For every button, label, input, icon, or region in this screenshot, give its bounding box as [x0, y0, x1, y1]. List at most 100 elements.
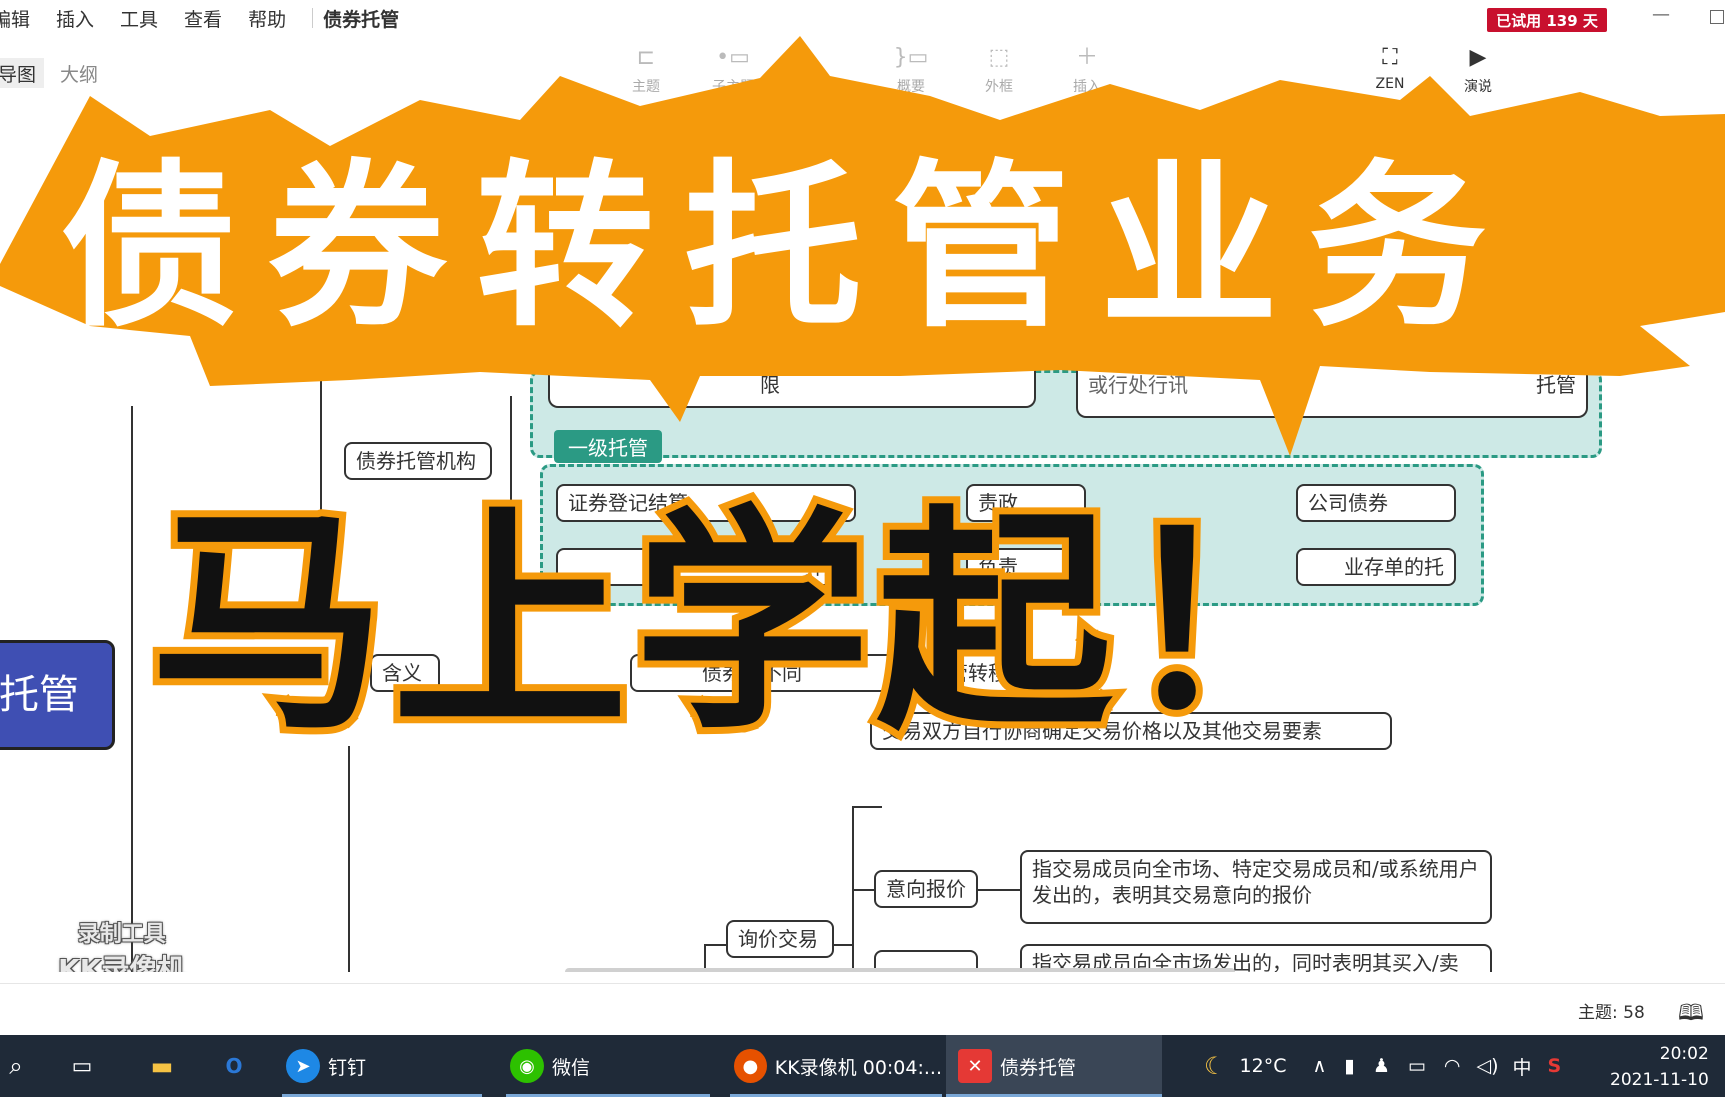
fullscreen-icon: ⛶ [1382, 45, 1398, 70]
weather-temp[interactable]: 12°C [1240, 1055, 1287, 1077]
clock[interactable]: 20:02 2021-11-10 [1610, 1041, 1709, 1093]
node-level1-c[interactable]: 公司债券 [1296, 484, 1456, 522]
trial-badge[interactable]: 已试用 139 天 [1487, 8, 1607, 32]
summary-label: 概要 [897, 79, 925, 95]
insert-label: 插入 [1073, 79, 1101, 95]
connector [510, 396, 512, 636]
node-level1-e[interactable]: 负责 [966, 548, 1086, 586]
file-explorer-icon[interactable]: ▬ [140, 1035, 184, 1097]
connector [704, 944, 728, 946]
subtopic-button[interactable]: •▭ 子主题 [698, 44, 768, 104]
menu-bar: 编辑 插入 工具 查看 帮助 债券托管 已试用 139 天 — [0, 0, 1725, 36]
maximize-icon[interactable] [1710, 10, 1724, 24]
tab-mindmap[interactable]: 导图 [0, 58, 44, 88]
clock-date: 2021-11-10 [1610, 1070, 1709, 1090]
app-window: 编辑 插入 工具 查看 帮助 债券托管 已试用 139 天 — 导图 大纲 ⊏ … [0, 0, 1725, 1097]
kk-recorder-icon: ● [734, 1049, 767, 1083]
task-view-icon[interactable]: ▭ [60, 1035, 104, 1097]
menu-tools[interactable]: 工具 [120, 5, 158, 32]
toolbar: 导图 大纲 ⊏ 主题 •▭ 子主题 }▭ 概要 ⬚ 外框 ＋ 插入 ⛶ ZEN … [0, 36, 1725, 106]
menu-insert[interactable]: 插入 [56, 5, 94, 32]
taskbar-app-kk-label: KK录像机 00:04:... [774, 1056, 942, 1079]
wechat-icon: ◉ [510, 1049, 544, 1083]
taskbar-app-wechat[interactable]: ◉ 微信 [506, 1035, 710, 1097]
mindmap-canvas[interactable]: 托管 限 或行处行讯 托管 债券托管机构 一级托管 证券登记结算 责政 公司债券 … [0, 106, 1725, 972]
battery-icon[interactable]: ▭ [1408, 1055, 1426, 1077]
connector [978, 889, 1022, 891]
connector [852, 806, 882, 808]
wifi-icon[interactable]: ◠ [1444, 1055, 1461, 1077]
system-tray: ☾ 12°C ∧ ▮ ♟ ▭ ◠ ◁) 中 S [1204, 1035, 1561, 1097]
taskbar-app-xmind[interactable]: ✕ 债券托管 [946, 1035, 1162, 1097]
node-meaning-desc-b: 托管转移 [928, 661, 1008, 685]
chevron-up-icon[interactable]: ∧ [1312, 1055, 1326, 1077]
node-level1-b[interactable]: 责政 [966, 484, 1086, 522]
watermark-line2: KK录像机 [58, 953, 186, 972]
taskbar-app-wechat-label: 微信 [552, 1056, 591, 1079]
search-icon[interactable]: ⌕ [0, 1035, 32, 1097]
connector [832, 944, 854, 946]
connector [348, 746, 350, 972]
node-trade-elements[interactable]: 交易双方自行协商确定交易价格以及其他交易要素 [870, 712, 1392, 750]
dingtalk-icon: ➤ [286, 1049, 320, 1083]
node-custody-org[interactable]: 债券托管机构 [344, 442, 492, 480]
node-level1-f[interactable]: 业存单的托 [1296, 548, 1456, 586]
menu-help[interactable]: 帮助 [248, 5, 286, 32]
connector [320, 606, 344, 608]
taskbar-app-xmind-label: 债券托管 [1000, 1056, 1077, 1079]
connector [131, 406, 133, 972]
menu-edit[interactable]: 编辑 [0, 5, 30, 32]
zen-button[interactable]: ⛶ ZEN [1355, 44, 1425, 104]
node-intent-desc[interactable]: 指交易成员向全市场、特定交易成员和/或系统用户发出的，表明其交易意向的报价 [1020, 850, 1492, 924]
topic-count: 主题: 58 [1578, 1003, 1645, 1023]
outlook-icon[interactable]: O [212, 1035, 256, 1097]
tag-level1-custody[interactable]: 一级托管 [554, 430, 662, 463]
node-top-left[interactable]: 限 [548, 368, 1036, 408]
recorder-watermark: 录制工具 KK录像机 [58, 916, 185, 972]
summary-button[interactable]: }▭ 概要 [876, 44, 946, 104]
tab-outline[interactable]: 大纲 [52, 58, 106, 88]
taskbar: ⌕ ▭ ▬ O ➤ 钉钉 ◉ 微信 ● KK录像机 00:04:... ✕ 债券… [0, 1035, 1725, 1097]
topic-button[interactable]: ⊏ 主题 [611, 44, 681, 104]
insert-button[interactable]: ＋ 插入 [1052, 44, 1122, 104]
connector [490, 510, 510, 512]
volume-icon[interactable]: ◁) [1476, 1055, 1498, 1077]
ime-indicator[interactable]: 中 [1512, 1053, 1531, 1080]
document-title: 债券托管 [323, 8, 400, 31]
node-intent-quote[interactable]: 意向报价 [874, 870, 978, 908]
clock-time: 20:02 [1659, 1044, 1709, 1064]
subtopic-label: 子主题 [712, 79, 754, 95]
connector [320, 366, 322, 606]
node-top-right[interactable]: 或行处行讯 托管 [1076, 368, 1588, 418]
taskbar-app-kk-recorder[interactable]: ● KK录像机 00:04:... [730, 1035, 942, 1097]
node-meaning-desc-a: 债券在不同 [702, 661, 802, 685]
node-top-right-label2: 托管 [1536, 373, 1576, 397]
horizontal-scrollbar[interactable] [565, 968, 1235, 972]
menu-view[interactable]: 查看 [184, 5, 222, 32]
watermark-line1: 录制工具 [77, 922, 166, 947]
node-meaning-desc[interactable]: 债券在不同 托管转移 [630, 654, 1020, 692]
node-inquiry-trade[interactable]: 询价交易 [726, 920, 834, 958]
sogou-icon[interactable]: S [1548, 1055, 1562, 1077]
menu-separator [312, 8, 314, 28]
boundary-label: 外框 [985, 79, 1013, 95]
summary-icon: }▭ [893, 45, 929, 70]
node-level1-d[interactable]: 算服 [556, 548, 856, 586]
node-top-right-label: 或行处行讯 [1088, 373, 1188, 397]
present-label: 演说 [1464, 79, 1492, 95]
node-level1-a[interactable]: 证券登记结算 [556, 484, 856, 522]
status-bar: 主题: 58 🕮 [0, 983, 1725, 1035]
present-button[interactable]: ▶ 演说 [1443, 44, 1513, 104]
boundary-button[interactable]: ⬚ 外框 [964, 44, 1034, 104]
node-meaning[interactable]: 含义 [370, 654, 440, 692]
moon-weather-icon[interactable]: ☾ [1204, 1052, 1226, 1080]
microphone-icon[interactable]: ▮ [1344, 1055, 1354, 1077]
taskbar-app-dingtalk[interactable]: ➤ 钉钉 [282, 1035, 482, 1097]
qq-icon[interactable]: ♟ [1373, 1055, 1390, 1077]
connector [852, 889, 874, 891]
xmind-icon: ✕ [958, 1049, 992, 1083]
book-icon[interactable]: 🕮 [1678, 996, 1704, 1034]
minimize-icon[interactable]: — [1652, 4, 1670, 25]
root-node[interactable]: 托管 [0, 640, 115, 750]
play-icon: ▶ [1469, 45, 1487, 70]
